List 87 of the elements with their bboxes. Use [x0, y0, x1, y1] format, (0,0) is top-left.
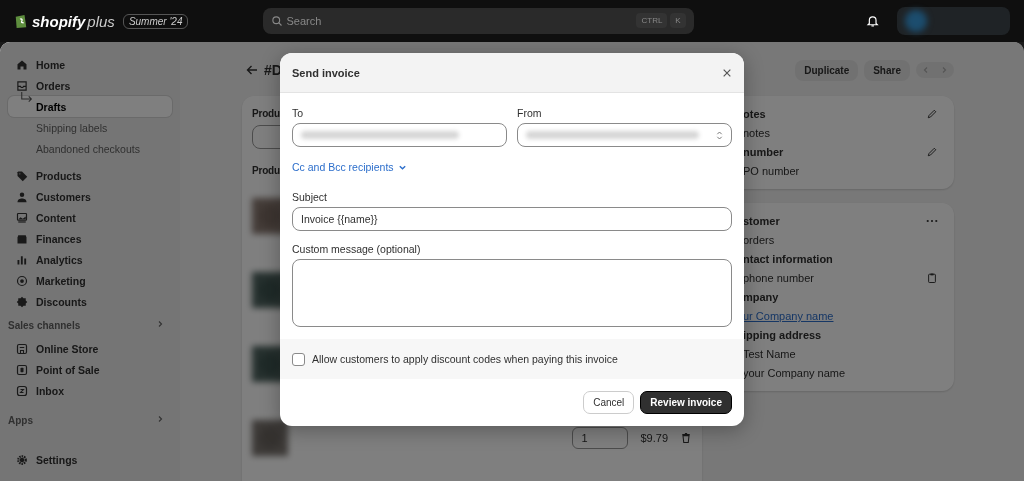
shortcut-key: CTRL [636, 13, 668, 28]
home-icon [16, 58, 28, 71]
section-heading: mpany [743, 291, 779, 303]
more-icon[interactable] [926, 219, 938, 223]
nav-item[interactable]: Content [8, 207, 172, 228]
nav-item[interactable]: Finances [8, 228, 172, 249]
nav-item[interactable]: Customers [8, 186, 172, 207]
nav-item[interactable]: Online Store [8, 338, 172, 359]
nav-item[interactable]: Orders [8, 75, 172, 96]
recipient-field[interactable] [292, 123, 507, 147]
edition-badge: Summer '24 [122, 13, 189, 29]
info-text: Test Name [743, 348, 796, 360]
sender-select[interactable] [517, 123, 732, 147]
chevron-right-icon [156, 415, 164, 423]
info-text: notes [743, 127, 770, 139]
chevron-right-icon [156, 320, 164, 328]
section-title: Sales channels [8, 320, 81, 333]
account-menu[interactable] [897, 7, 1010, 35]
shopping-bag-icon [14, 13, 28, 29]
section-heading: ntact information [743, 253, 833, 265]
tag-icon [16, 169, 28, 182]
section-title: Apps [8, 415, 33, 428]
company-link[interactable]: ur Company name [743, 310, 834, 322]
section-heading: ipping address [743, 329, 822, 341]
nav-item[interactable]: Shipping labels [8, 117, 172, 138]
close-icon[interactable] [722, 67, 732, 78]
checkbox-label: Allow customers to apply discount codes when paying this invoice [312, 353, 618, 365]
info-text: phone number [743, 272, 814, 284]
nav-item[interactable]: Home [8, 54, 172, 75]
column-heading: Produ [252, 165, 280, 176]
info-text: your Company name [743, 367, 846, 379]
up-down-chevron-icon [716, 129, 723, 141]
nav-item[interactable]: Settings [8, 449, 172, 470]
avatar [905, 10, 928, 32]
field-label: From [517, 107, 542, 119]
message-field[interactable] [292, 259, 732, 327]
chat-box-icon [16, 384, 28, 397]
price: $9.79 [640, 432, 668, 444]
field-label: Subject [292, 191, 328, 203]
cc-bcc-link[interactable]: Cc and Bcc recipients [292, 161, 407, 173]
shortcut-key: K [670, 13, 686, 28]
search-icon [270, 15, 283, 27]
card-title: Produ [252, 108, 280, 119]
person-icon [16, 190, 28, 203]
notification-bell-icon[interactable] [865, 14, 880, 28]
quantity-field[interactable]: 1 [572, 427, 629, 449]
storefront-icon [16, 342, 28, 355]
cancel-button[interactable]: Cancel [583, 391, 635, 414]
nav-item[interactable]: Marketing [8, 270, 172, 291]
nav-item[interactable]: Inbox [8, 380, 172, 401]
logo-text: shopify [32, 12, 86, 30]
image-frame-icon [16, 211, 28, 224]
checkbox[interactable] [292, 352, 305, 366]
section-heading: otes [743, 108, 766, 120]
section-header[interactable]: Sales channels [8, 312, 172, 338]
info-text: orders [743, 234, 775, 246]
nav-item[interactable]: Discounts [8, 291, 172, 312]
bar-chart-icon [16, 253, 28, 266]
card-reader-icon [16, 363, 28, 376]
discount-badge-icon [16, 295, 28, 308]
nav-item[interactable]: Products [8, 165, 172, 186]
gear-icon [16, 453, 28, 466]
section-header[interactable]: Apps [8, 407, 172, 433]
action-button[interactable]: Duplicate [795, 59, 859, 81]
subject-field[interactable]: Invoice {{name}} [292, 207, 732, 231]
section-heading: number [743, 146, 784, 158]
field-label: Custom message (optional) [292, 243, 421, 255]
pencil-icon[interactable] [926, 146, 938, 158]
trash-icon[interactable] [680, 432, 692, 444]
nav-item[interactable]: Abandoned checkouts [8, 138, 172, 159]
section-heading: stomer [743, 215, 780, 227]
action-button[interactable]: Share [864, 59, 910, 81]
back-arrow-icon[interactable] [246, 64, 258, 76]
chevron-right-icon [940, 66, 948, 74]
chevron-left-icon [922, 66, 930, 74]
nav-item[interactable]: Analytics [8, 249, 172, 270]
clipboard-icon[interactable] [926, 272, 938, 284]
nav-item[interactable]: Point of Sale [8, 359, 172, 380]
field-label: To [292, 107, 304, 119]
info-text: PO number [743, 165, 800, 177]
dialog-title: Send invoice [292, 66, 360, 79]
inbox-tray-icon [16, 79, 28, 92]
review-invoice-button[interactable]: Review invoice [640, 391, 732, 414]
pencil-icon[interactable] [926, 108, 938, 120]
bank-icon [16, 232, 28, 245]
logo-suffix: plus [87, 12, 115, 30]
target-icon [16, 274, 28, 287]
